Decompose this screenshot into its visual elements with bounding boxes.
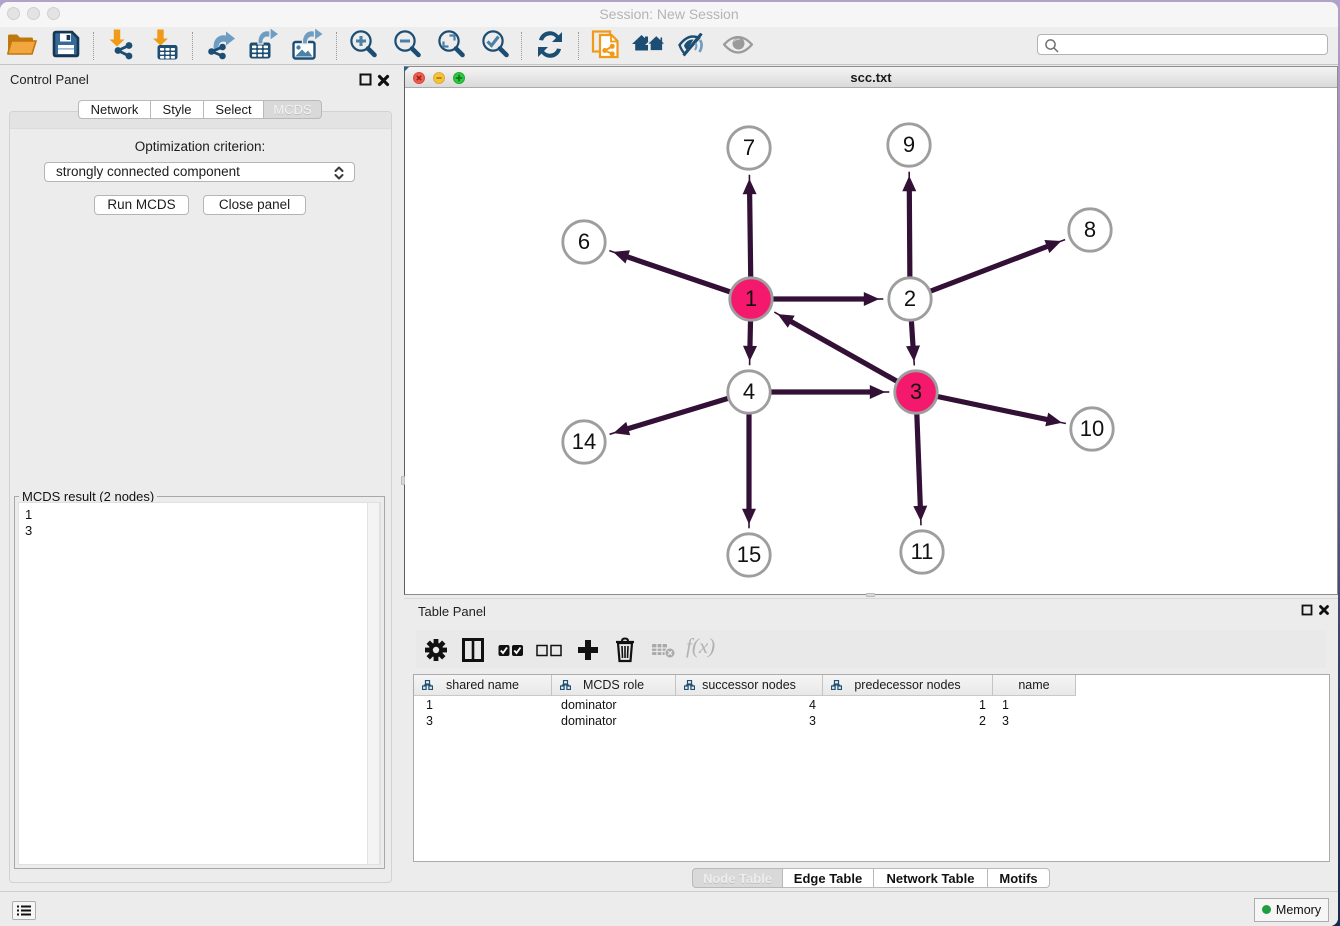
svg-text:9: 9 <box>903 132 915 157</box>
svg-text:14: 14 <box>572 429 596 454</box>
svg-text:8: 8 <box>1084 217 1096 242</box>
svg-text:11: 11 <box>911 539 934 564</box>
svg-text:4: 4 <box>743 379 755 404</box>
svg-text:15: 15 <box>737 542 761 567</box>
svg-text:6: 6 <box>578 229 590 254</box>
svg-text:7: 7 <box>743 135 755 160</box>
svg-text:10: 10 <box>1080 416 1104 441</box>
svg-text:1: 1 <box>745 286 757 311</box>
svg-text:2: 2 <box>904 286 916 311</box>
svg-text:3: 3 <box>910 379 922 404</box>
